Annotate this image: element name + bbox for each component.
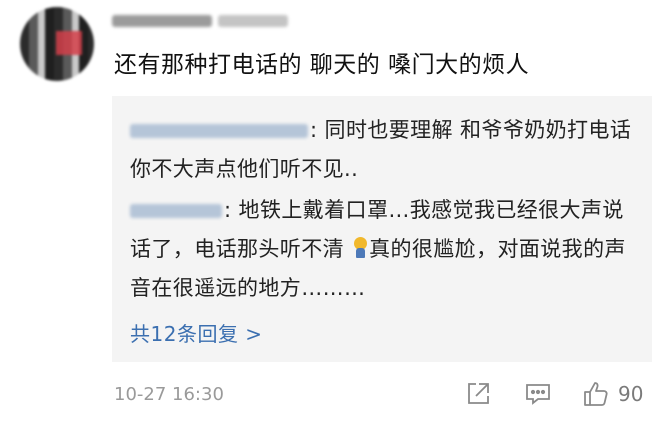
share-icon[interactable] — [462, 378, 494, 410]
comment-text: 还有那种打电话的 聊天的 嗓门大的烦人 — [114, 52, 530, 78]
avatar[interactable] — [20, 7, 94, 81]
like-thumb-icon[interactable] — [580, 378, 612, 410]
like-count: 90 — [618, 382, 644, 406]
username-blurred[interactable] — [112, 12, 302, 30]
reply-comment-icon[interactable] — [522, 378, 554, 410]
more-replies-link[interactable]: 共12条回复 > — [130, 318, 263, 347]
comment-time: 10-27 16:30 — [114, 384, 224, 405]
reply-item[interactable]: : 地铁上戴着口罩…我感觉我已经很大声说话了，电话那头听不清 真的很尴尬，对面说… — [130, 191, 635, 308]
emoji-sweat-icon — [351, 237, 369, 259]
reply-box: : 同时也要理解 和爷爷奶奶打电话 你不大声点他们听不见.. : 地铁上戴着口罩… — [112, 96, 652, 362]
comment-actions: 90 — [462, 378, 643, 410]
reply-author-blurred[interactable] — [130, 204, 222, 218]
reply-author-blurred[interactable] — [130, 124, 308, 138]
reply-item[interactable]: : 同时也要理解 和爷爷奶奶打电话 你不大声点他们听不见.. — [130, 111, 635, 189]
